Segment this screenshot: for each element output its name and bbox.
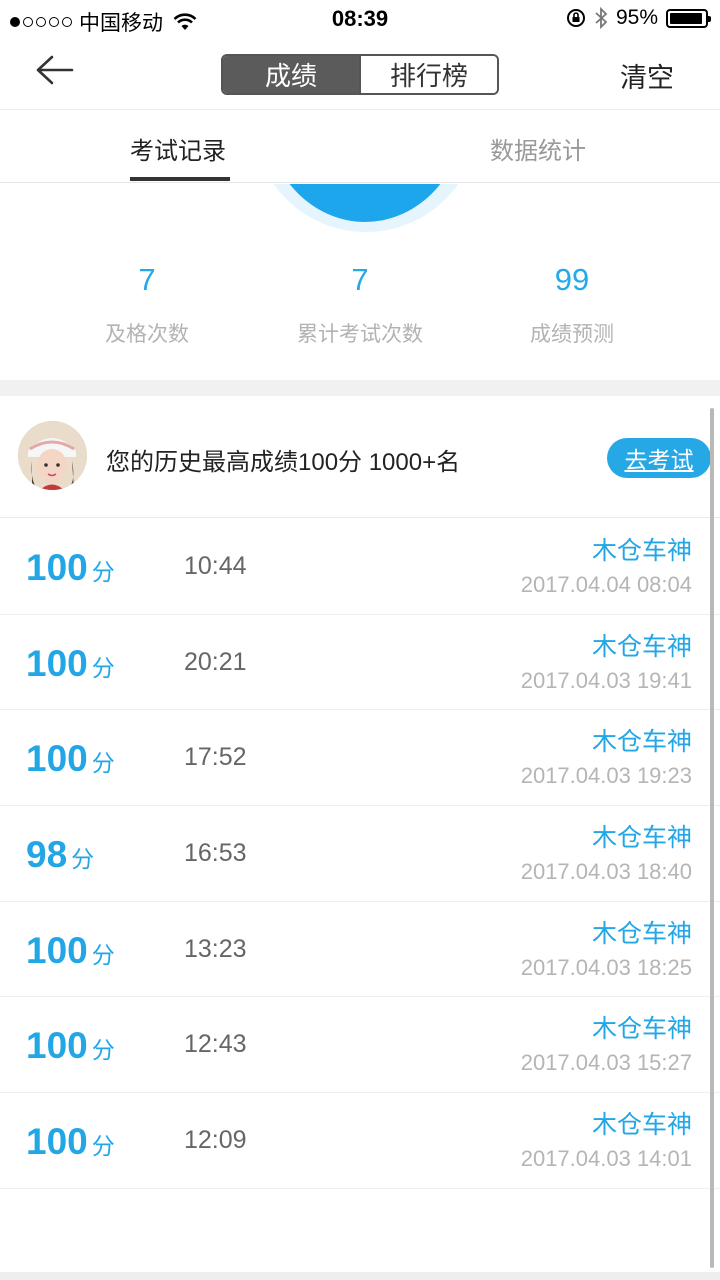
rotation-lock-icon: [566, 9, 585, 27]
tab-exam-records[interactable]: 考试记录: [130, 131, 226, 166]
scrollbar[interactable]: [710, 408, 714, 1268]
bluetooth-icon: [595, 7, 608, 29]
record-score: 100 分: [26, 1121, 115, 1163]
stats-section: 7 及格次数 7 累计考试次数 99 成绩预测: [0, 184, 720, 380]
segment-scores[interactable]: 成绩: [223, 56, 359, 93]
score-unit: 分: [91, 654, 115, 681]
clear-button[interactable]: 清空: [620, 56, 674, 95]
stat-label: 成绩预测: [530, 323, 614, 346]
record-date: 2017.04.03 15:27: [520, 1050, 692, 1076]
exam-records-list: 100 分 10:44 木仓车神 2017.04.04 08:04 100 分 20:21 木仓…: [0, 519, 720, 1189]
score-value: 100: [26, 547, 88, 588]
take-exam-button[interactable]: 去考试: [607, 438, 711, 478]
score-unit: 分: [91, 1133, 115, 1160]
record-score: 100 分: [26, 643, 115, 685]
record-username: 木仓车神: [591, 919, 692, 948]
record-score: 100 分: [26, 547, 115, 589]
stat-label: 累计考试次数: [297, 323, 423, 346]
record-date: 2017.04.04 08:04: [520, 572, 692, 597]
record-score: 100 分: [26, 1025, 115, 1067]
score-value: 100: [26, 738, 88, 780]
avatar: [18, 421, 87, 490]
record-username: 木仓车神: [591, 824, 692, 853]
record-date: 2017.04.03 18:40: [520, 859, 692, 885]
score-unit: 分: [71, 846, 95, 873]
score-value: 100: [26, 642, 88, 684]
battery-icon: [666, 8, 711, 28]
list-item[interactable]: 100 分 17:52 木仓车神 2017.04.03 19:23: [0, 710, 720, 807]
stat-value: 7: [351, 262, 369, 297]
record-username: 木仓车神: [591, 537, 692, 565]
score-unit: 分: [91, 750, 115, 777]
list-item[interactable]: 100 分 12:43 木仓车神 2017.04.03 15:27: [0, 997, 720, 1094]
record-score: 100 分: [26, 930, 115, 972]
segmented-control: 成绩 排行榜: [221, 54, 499, 95]
list-item[interactable]: 100 分 12:09 木仓车神 2017.04.03 14:01: [0, 1093, 720, 1189]
record-score: 98 分: [26, 834, 94, 876]
stat-value: 99: [554, 262, 590, 297]
score-unit: 分: [91, 559, 115, 585]
record-duration: 17:52: [184, 743, 247, 772]
score-value: 100: [26, 1121, 88, 1163]
score-value: 98: [26, 834, 68, 876]
record-date: 2017.04.03 14:01: [520, 1146, 692, 1172]
list-item[interactable]: 100 分 13:23 木仓车神 2017.04.03 18:25: [0, 902, 720, 998]
stat-value: 7: [138, 262, 156, 297]
sub-tabs: 考试记录 数据统计: [0, 111, 720, 183]
active-tab-indicator: [130, 177, 230, 181]
back-arrow-icon[interactable]: [30, 50, 78, 90]
score-unit: 分: [91, 941, 115, 968]
battery-percent: 95%: [615, 6, 658, 29]
bottom-edge: [0, 1272, 720, 1280]
nav-bar: 成绩 排行榜 清空: [0, 36, 720, 110]
list-item[interactable]: 100 分 20:21 木仓车神 2017.04.03 19:41: [0, 615, 720, 711]
record-duration: 13:23: [184, 934, 247, 963]
record-username: 木仓车神: [591, 632, 692, 661]
record-duration: 12:09: [184, 1126, 247, 1155]
record-score: 100 分: [26, 738, 115, 780]
status-bar: 中国移动 08:39 95%: [0, 0, 720, 36]
segment-leaderboard[interactable]: 排行榜: [359, 56, 497, 93]
score-value: 100: [26, 1025, 88, 1067]
record-date: 2017.04.03 18:25: [520, 954, 692, 980]
record-date: 2017.04.03 19:41: [520, 667, 692, 693]
record-username: 木仓车神: [591, 1015, 692, 1044]
record-duration: 12:43: [184, 1030, 247, 1059]
record-username: 木仓车神: [591, 1111, 692, 1140]
score-unit: 分: [91, 1037, 115, 1064]
section-divider: [0, 380, 720, 396]
record-duration: 10:44: [184, 552, 247, 580]
list-item[interactable]: 98 分 16:53 木仓车神 2017.04.03 18:40: [0, 806, 720, 902]
record-duration: 20:21: [184, 647, 247, 676]
record-duration: 16:53: [184, 839, 247, 868]
tab-data-statistics[interactable]: 数据统计: [490, 131, 586, 166]
best-score-text: 您的历史最高成绩100分 1000+名: [106, 449, 461, 476]
status-right: 95%: [566, 6, 711, 30]
record-date: 2017.04.03 19:23: [520, 763, 692, 789]
best-score-row: 您的历史最高成绩100分 1000+名 去考试: [0, 396, 720, 518]
score-value: 100: [26, 929, 88, 971]
list-item[interactable]: 100 分 10:44 木仓车神 2017.04.04 08:04: [0, 519, 720, 615]
stat-label: 及格次数: [105, 323, 189, 346]
record-username: 木仓车神: [591, 728, 692, 757]
